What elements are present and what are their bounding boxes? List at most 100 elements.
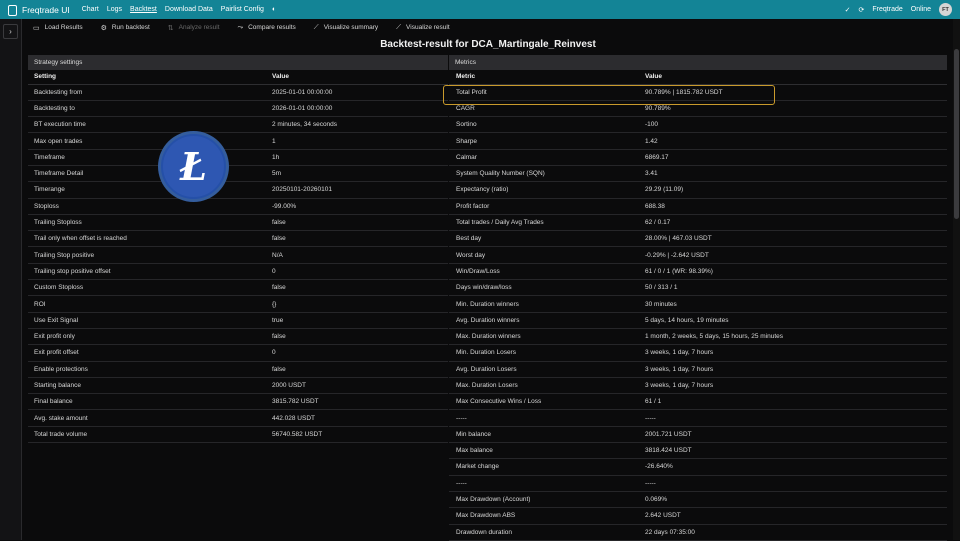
row-label: Sharpe <box>449 132 645 150</box>
table-row: Exit profit only false <box>28 328 448 346</box>
row-value: 22 days 07:35:00 <box>645 524 947 541</box>
table-row: Max Drawdown ABS 2.642 USDT <box>449 507 947 525</box>
app-brand[interactable]: Freqtrade UI <box>22 5 70 15</box>
metrics-panel: Metrics Metric Value Total Profit 90.789%… <box>449 55 947 541</box>
row-label: Max Consecutive Wins / Loss <box>449 393 645 411</box>
row-label: Timeframe Detail <box>28 165 272 183</box>
table-row: Custom Stoploss false <box>28 279 448 297</box>
table-row: Max Consecutive Wins / Loss 61 / 1 <box>449 393 947 411</box>
tab-label: Analyze result <box>178 24 220 31</box>
strategy-settings-table: Setting Value Backtesting from 2025-01-01… <box>28 70 448 444</box>
table-row: Final balance 3815.782 USDT <box>28 393 448 411</box>
row-value: ----- <box>645 409 947 427</box>
sidebar-toggle-chevron-icon[interactable]: › <box>3 24 18 39</box>
row-value: 3815.782 USDT <box>272 393 448 411</box>
avatar[interactable]: FT <box>939 3 952 16</box>
table-row: Trail only when offset is reached false <box>28 230 448 248</box>
tab-analyze-result[interactable]: ⇅ Analyze result <box>159 19 229 36</box>
backtest-tabs: ▭ Load Results ⚙ Run backtest ⇅ Analyze res… <box>24 19 952 36</box>
scrollbar-thumb[interactable] <box>954 49 959 219</box>
row-value: 3 weeks, 1 day, 7 hours <box>645 361 947 378</box>
refresh-icon[interactable]: ⟳ <box>859 6 865 14</box>
row-value: false <box>272 214 448 232</box>
row-value: 3.41 <box>645 165 947 183</box>
nav-logs[interactable]: Logs <box>107 6 122 13</box>
row-label: Total Profit <box>449 84 645 101</box>
row-value: -99.00% <box>272 198 448 215</box>
row-label: Days win/draw/loss <box>449 279 645 297</box>
tab-run-backtest[interactable]: ⚙ Run backtest <box>92 19 159 36</box>
nav-download-data[interactable]: Download Data <box>165 6 213 13</box>
tab-compare-results[interactable]: ⤳ Compare results <box>229 19 305 36</box>
table-row: Max. Duration Losers 3 weeks, 1 day, 7 ho… <box>449 377 947 395</box>
row-label: Avg. stake amount <box>28 409 272 427</box>
row-label: Max open trades <box>28 132 272 150</box>
row-label: Sortino <box>449 116 645 134</box>
check-icon[interactable]: ✓ <box>845 6 851 14</box>
table-row: Profit factor 688.38 <box>449 198 947 215</box>
table-row: Total Profit 90.789% | 1815.782 USDT <box>449 84 947 101</box>
nav-chart[interactable]: Chart <box>82 6 99 13</box>
table-row: Total trades / Daily Avg Trades 62 / 0.17 <box>449 214 947 232</box>
column-header-value: Value <box>645 70 947 85</box>
row-value: 442.028 USDT <box>272 409 448 427</box>
tab-label: Compare results <box>248 24 296 31</box>
table-row: System Quality Number (SQN) 3.41 <box>449 165 947 183</box>
table-row: Sharpe 1.42 <box>449 132 947 150</box>
table-row: Win/Draw/Loss 61 / 0 / 1 (WR: 98.39%) <box>449 263 947 281</box>
tab-load-results[interactable]: ▭ Load Results <box>24 19 92 36</box>
row-value: -26.640% <box>645 458 947 476</box>
row-value: N/A <box>272 246 448 264</box>
scrollbar[interactable] <box>953 19 960 540</box>
table-row: Calmar 6869.17 <box>449 149 947 166</box>
table-row: Use Exit Signal true <box>28 312 448 329</box>
table-row: Min balance 2001.721 USDT <box>449 426 947 444</box>
table-row: ROI{} <box>28 295 448 313</box>
nav-backtest[interactable]: Backtest <box>130 6 157 13</box>
table-row: Starting balance 2000 USDT <box>28 377 448 395</box>
row-value: 30 minutes <box>645 295 947 313</box>
table-row: Max balance 3818.424 USDT <box>449 442 947 460</box>
row-value: 62 / 0.17 <box>645 214 947 232</box>
row-label: ----- <box>449 409 645 427</box>
tab-visualize-result[interactable]: ⟋ Visualize result <box>387 19 459 36</box>
row-value: false <box>272 230 448 248</box>
topbar-right: ✓ ⟳ Freqtrade Online FT <box>845 0 952 19</box>
table-row: Expectancy (ratio) 29.29 (11.09) <box>449 181 947 199</box>
row-value: 2025-01-01 00:00:00 <box>272 84 448 101</box>
row-value: true <box>272 312 448 329</box>
theme-toggle-icon[interactable]: ◐ <box>272 6 276 13</box>
row-value: 5 days, 14 hours, 19 minutes <box>645 312 947 329</box>
main-content: ▭ Load Results ⚙ Run backtest ⇅ Analyze res… <box>24 19 952 541</box>
row-value: -100 <box>645 116 947 134</box>
row-label: Max. Duration winners <box>449 328 645 346</box>
freqtrade-logo-icon[interactable] <box>6 4 17 16</box>
row-label: System Quality Number (SQN) <box>449 165 645 183</box>
row-value: 90.789% <box>645 100 947 118</box>
tab-visualize-summary[interactable]: ⟋ Visualize summary <box>305 19 387 36</box>
row-label: Enable protections <box>28 361 272 378</box>
table-row: Drawdown duration 22 days 07:35:00 <box>449 524 947 541</box>
row-value: 2001.721 USDT <box>645 426 947 444</box>
row-value: 20250101-20260101 <box>272 181 448 199</box>
row-value: 1.42 <box>645 132 947 150</box>
row-value: {} <box>272 295 448 313</box>
nav-pairlist-config[interactable]: Pairlist Config <box>221 6 264 13</box>
bot-status: Online <box>910 6 931 13</box>
table-row: ----- ----- <box>449 475 947 492</box>
table-row: CAGR 90.789% <box>449 100 947 118</box>
table-row: Max. Duration winners 1 month, 2 weeks, 5… <box>449 328 947 346</box>
table-row: Timeframe 1h <box>28 149 448 166</box>
row-label: Custom Stoploss <box>28 279 272 297</box>
table-row: Trailing Stop positive N/A <box>28 246 448 264</box>
row-label: Profit factor <box>449 198 645 215</box>
row-value: false <box>272 279 448 297</box>
strategy-settings-panel: Strategy settings Setting Value Backtest… <box>28 55 448 444</box>
table-row: ----- ----- <box>449 409 947 427</box>
row-label: Backtesting from <box>28 84 272 101</box>
row-label: Trailing Stoploss <box>28 214 272 232</box>
row-label: BT execution time <box>28 116 272 134</box>
table-row: Sortino -100 <box>449 116 947 134</box>
row-label: Calmar <box>449 149 645 166</box>
table-row: Min. Duration Losers 3 weeks, 1 day, 7 ho… <box>449 344 947 362</box>
